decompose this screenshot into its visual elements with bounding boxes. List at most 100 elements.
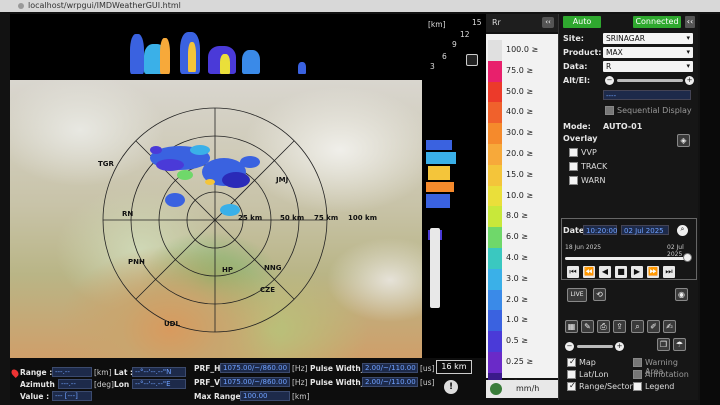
pen-icon[interactable]: ✎ xyxy=(581,320,594,333)
overlay-vvp-label: VVP xyxy=(581,148,597,157)
site-info-icon[interactable] xyxy=(18,3,24,9)
stop-button[interactable]: ■ xyxy=(615,266,627,278)
range-label-75: 75 km xyxy=(314,214,339,222)
last-frame-button[interactable]: ⏭ xyxy=(663,266,675,278)
layer-annotation-label: Annotation xyxy=(645,370,689,379)
opacity-slider[interactable] xyxy=(577,345,613,348)
colorbar-swatch xyxy=(488,248,502,269)
loop-icon[interactable]: ⟲ xyxy=(593,288,606,301)
overlay-warn-label: WARN xyxy=(581,176,606,185)
rewind-button[interactable]: ⏪ xyxy=(583,266,595,278)
max-range-unit: [km] xyxy=(292,392,310,401)
altel-slider[interactable] xyxy=(617,79,683,82)
copy-icon[interactable]: ❐ xyxy=(657,338,670,351)
colorbar-level-label: 2.0 ≥ xyxy=(506,294,528,304)
zoom-in-button[interactable]: + xyxy=(615,342,624,351)
km-tick-15: 15 xyxy=(472,18,482,27)
lon-value: --°--'--.--"E xyxy=(132,379,186,389)
max-range-value: 100.00 xyxy=(240,391,290,401)
colorbar-swatch xyxy=(488,102,502,124)
search-date-icon[interactable]: ⌕ xyxy=(677,225,688,236)
max-range-label: Max Range : xyxy=(194,392,247,401)
overlay-vvp-checkbox[interactable] xyxy=(569,148,578,157)
layer-map-checkbox[interactable] xyxy=(567,357,576,367)
export-icon[interactable]: ⇪ xyxy=(613,320,626,333)
colorbar-level-label: 75.0 ≥ xyxy=(506,65,534,75)
place-label: TGR xyxy=(98,160,114,168)
fast-forward-button[interactable]: ⏩ xyxy=(647,266,659,278)
layers-icon[interactable]: ◈ xyxy=(677,134,690,147)
legend-settings-icon[interactable] xyxy=(490,383,502,395)
edit-icon[interactable]: ✐ xyxy=(647,320,660,333)
tab-connected[interactable]: Connected xyxy=(633,16,681,28)
site-select[interactable]: SRINAGAR xyxy=(603,33,693,44)
annotate-icon[interactable]: ✍ xyxy=(663,320,676,333)
overlay-warn-checkbox[interactable] xyxy=(569,176,578,185)
altel-decrease-button[interactable]: − xyxy=(605,76,614,85)
right-cross-section xyxy=(422,80,486,358)
place-label: PNH xyxy=(128,258,145,266)
panel-collapse-button[interactable]: ‹‹ xyxy=(685,16,695,28)
colorbar-header: Rr ‹‹ xyxy=(486,14,558,32)
prf-v-unit: [Hz] xyxy=(292,378,308,387)
alert-icon[interactable]: ! xyxy=(444,380,458,394)
radar-map[interactable]: 25 km 50 km 75 km 100 km TGR JMJ RN PNH … xyxy=(10,80,422,358)
altel-increase-button[interactable]: + xyxy=(685,76,694,85)
prf-h-unit: [Hz] xyxy=(292,364,308,373)
colorbar-level-label: 10.0 ≥ xyxy=(506,190,534,200)
range-label-50: 50 km xyxy=(280,214,305,222)
collapse-button[interactable]: ‹‹ xyxy=(542,17,554,28)
colorbar-swatch xyxy=(488,81,502,103)
tab-auto[interactable]: Auto xyxy=(563,16,601,28)
colorbar-swatch xyxy=(488,185,502,207)
location-pin-icon xyxy=(10,368,20,378)
layer-annotation-checkbox[interactable] xyxy=(633,370,642,379)
place-label: HP xyxy=(222,266,233,274)
altel-label: Alt/El: xyxy=(563,76,591,85)
live-button[interactable]: LIVE xyxy=(567,288,587,302)
range-unit: [km] xyxy=(94,368,112,377)
layer-range-sector-checkbox[interactable] xyxy=(567,381,576,391)
range-label-25: 25 km xyxy=(238,214,263,222)
cross-section-scrollbar[interactable] xyxy=(430,228,440,308)
grid-icon[interactable]: ▦ xyxy=(565,320,578,333)
weather-radar-app: localhost/wrpgui/IMDWeatherGUI.html [km]… xyxy=(0,0,720,405)
browser-url-bar[interactable]: localhost/wrpgui/IMDWeatherGUI.html xyxy=(0,0,720,12)
zoom-icon[interactable]: ⌕ xyxy=(631,320,644,333)
colorbar-level-label: 6.0 ≥ xyxy=(506,232,528,242)
layer-warning-area-checkbox[interactable] xyxy=(633,358,642,367)
colorbar-swatch xyxy=(488,206,502,228)
layer-map-label: Map xyxy=(579,358,596,367)
sequential-checkbox[interactable] xyxy=(605,106,614,115)
pw-v-unit: [us] xyxy=(420,378,435,387)
colorbar-swatch xyxy=(488,40,502,61)
colorbar-level-label: 15.0 ≥ xyxy=(506,169,534,179)
layer-latlon-checkbox[interactable] xyxy=(567,370,576,379)
step-back-button[interactable]: ◀ xyxy=(599,266,611,278)
mode-label: Mode: xyxy=(563,122,591,131)
snapshot-icon[interactable]: ◉ xyxy=(675,288,688,301)
azimuth-unit: [deg] xyxy=(94,380,114,389)
date-field[interactable]: 02 Jul 2025 xyxy=(621,225,669,235)
url-text: localhost/wrpgui/IMDWeatherGUI.html xyxy=(28,1,181,10)
product-select[interactable]: MAX xyxy=(603,47,693,58)
time-slider-knob[interactable] xyxy=(683,253,692,262)
overlay-track-checkbox[interactable] xyxy=(569,162,578,171)
capture-icon[interactable] xyxy=(466,54,478,66)
height-scale: [km] 15 12 9 6 3 xyxy=(422,14,486,80)
first-frame-button[interactable]: ⏮ xyxy=(567,266,579,278)
zoom-out-button[interactable]: − xyxy=(565,342,574,351)
play-button[interactable]: ▶ xyxy=(631,266,643,278)
km-tick-12: 12 xyxy=(460,30,470,39)
layer-latlon-label: Lat/Lon xyxy=(579,370,609,379)
rain-icon[interactable]: ☂ xyxy=(673,338,686,351)
time-slider[interactable] xyxy=(565,257,689,260)
colorbar-level-label: 40.0 ≥ xyxy=(506,107,534,117)
layer-legend-checkbox[interactable] xyxy=(633,382,642,391)
print-icon[interactable]: ⎙ xyxy=(597,320,610,333)
data-select[interactable]: R xyxy=(603,61,693,72)
time-field[interactable]: 10:20:00 xyxy=(583,225,617,235)
overlay-label: Overlay xyxy=(563,134,598,143)
control-panel: Auto Connected ‹‹ Site: SRINAGAR Product… xyxy=(558,14,698,400)
colorbar-footer: mm/h xyxy=(486,380,558,398)
